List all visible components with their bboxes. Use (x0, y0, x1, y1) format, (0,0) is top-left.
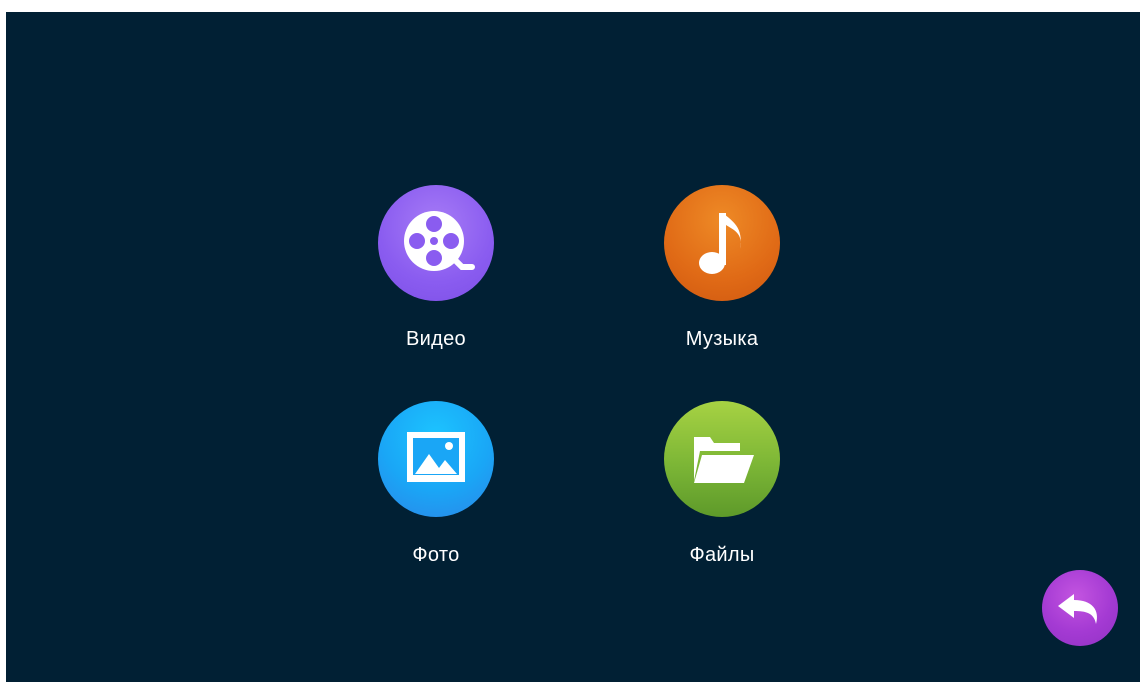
film-reel-icon[interactable] (378, 185, 494, 301)
back-arrow-icon (1058, 594, 1098, 624)
files-tile[interactable]: Файлы (632, 401, 812, 591)
files-label[interactable]: Файлы (632, 544, 812, 567)
picture-icon[interactable] (378, 401, 494, 517)
video-tile[interactable]: Видео (346, 185, 526, 375)
folder-icon[interactable] (664, 401, 780, 517)
back-button[interactable] (1042, 570, 1118, 646)
media-menu-screen: Видео Музыка Фото Файлы (6, 12, 1140, 682)
music-label[interactable]: Музыка (632, 328, 812, 351)
music-tile[interactable]: Музыка (632, 185, 812, 375)
photo-tile[interactable]: Фото (346, 401, 526, 591)
photo-label[interactable]: Фото (346, 544, 526, 567)
music-note-icon[interactable] (664, 185, 780, 301)
video-label[interactable]: Видео (346, 328, 526, 351)
